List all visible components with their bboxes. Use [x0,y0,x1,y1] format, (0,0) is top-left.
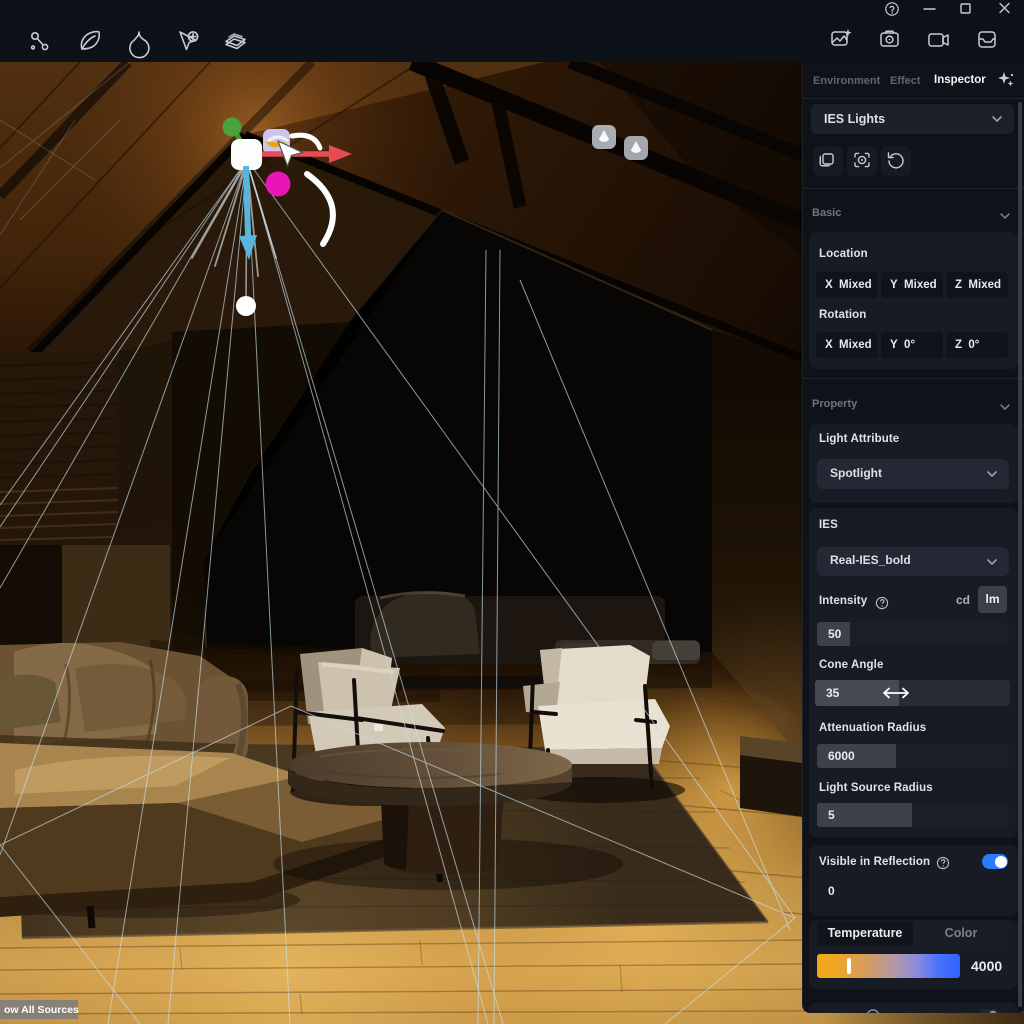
svg-text:ow All Sources: ow All Sources [4,1004,79,1016]
